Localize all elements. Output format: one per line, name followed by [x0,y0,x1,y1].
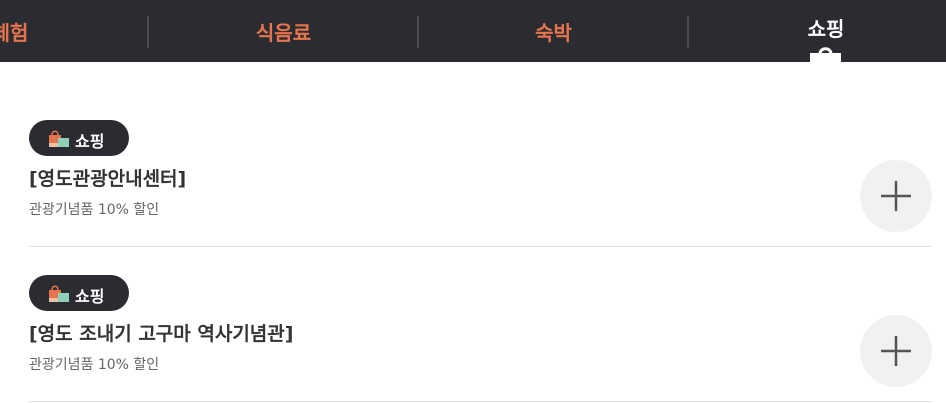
shopping-bag-icon [49,130,69,147]
expand-button[interactable] [860,315,932,387]
expand-button[interactable] [860,160,932,232]
list-item[interactable]: 쇼핑 [영도 조내기 고구마 역사기념관] 관광기념품 10% 할인 [29,275,932,402]
category-tab-bar: 체험 식음료 숙박 쇼핑 [0,0,946,62]
tab-food-beverage[interactable]: 식음료 [149,0,418,62]
shopping-bag-icon [49,285,69,302]
item-description: 관광기념품 10% 할인 [29,357,160,373]
tab-experience[interactable]: 체험 [0,0,40,62]
category-badge: 쇼핑 [29,275,129,311]
badge-label: 쇼핑 [75,287,105,306]
category-badge: 쇼핑 [29,120,129,156]
item-title: [영도 조내기 고구마 역사기념관] [29,323,294,345]
item-description: 관광기념품 10% 할인 [29,202,160,218]
list-item[interactable]: 쇼핑 [영도관광안내센터] 관광기념품 10% 할인 [29,120,932,247]
badge-label: 쇼핑 [75,132,105,151]
active-tab-bag-indicator-icon [810,47,841,62]
plus-icon [881,181,911,211]
plus-icon [881,336,911,366]
tab-accommodation[interactable]: 숙박 [419,0,688,62]
item-title: [영도관광안내센터] [29,168,187,190]
